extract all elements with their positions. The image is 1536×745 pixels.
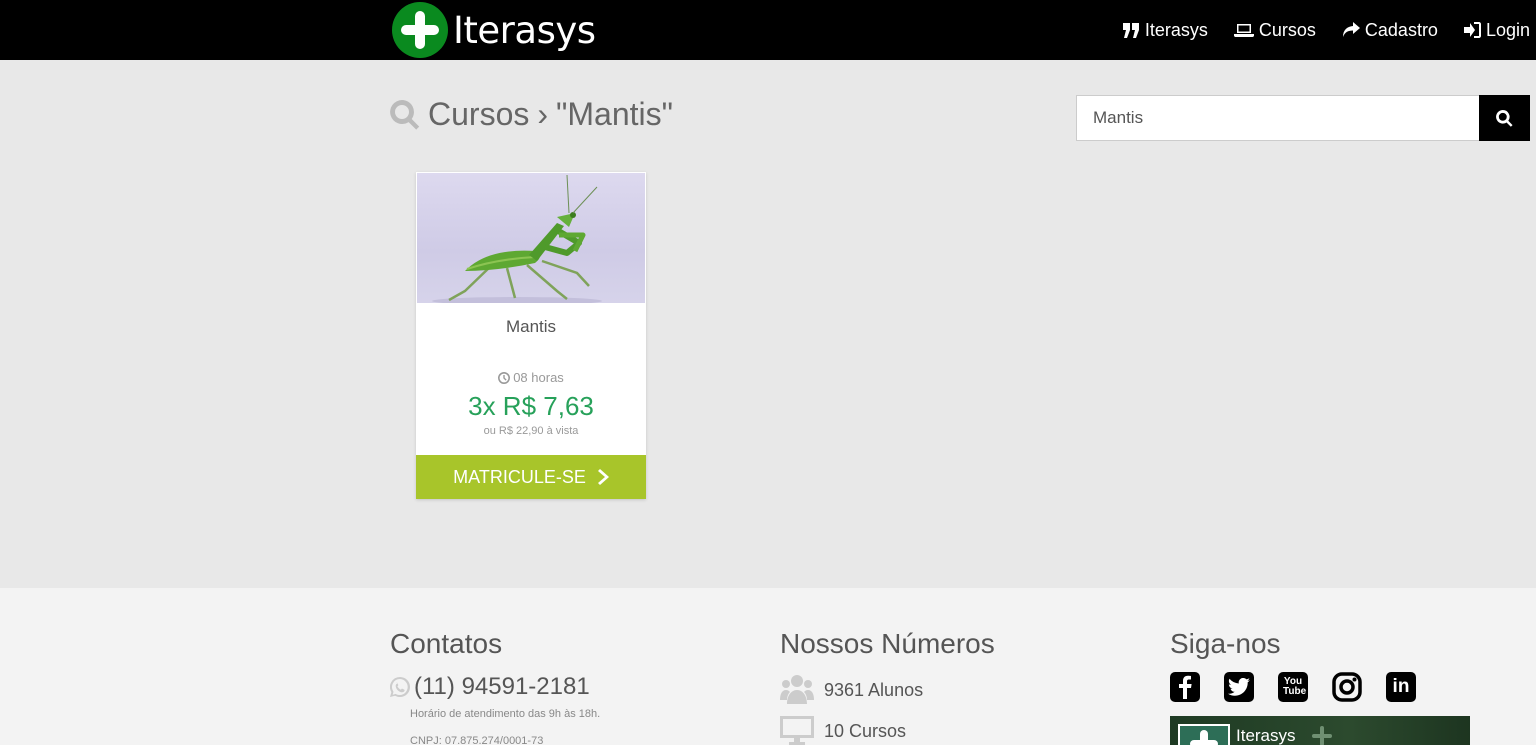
course-title[interactable]: Mantis (416, 317, 646, 337)
nav-item-label: Iterasys (1144, 19, 1208, 40)
nav-item-iterasys[interactable]: Iterasys (1122, 19, 1208, 41)
company-cnpj: CNPJ: 07.875.274/0001-73 (410, 735, 544, 745)
phone-number[interactable]: (11) 94591-2181 (414, 673, 590, 701)
clock-icon (498, 371, 511, 384)
page-name: Iterasys (1236, 726, 1296, 745)
enroll-button-label: MATRICULE-SE (453, 466, 586, 487)
support-hours: Horário de atendimento das 9h às 18h. (410, 708, 601, 720)
nav-menu: Iterasys Cursos Cadastro Login (1122, 0, 1530, 60)
courses-stat: 10 Cursos (780, 716, 906, 745)
nav-item-label: Cadastro (1364, 19, 1438, 40)
nav-item-cadastro[interactable]: Cadastro (1342, 20, 1438, 41)
nav-item-label: Cursos (1258, 19, 1316, 40)
search-button[interactable] (1479, 95, 1530, 141)
nav-item-cursos[interactable]: Cursos (1233, 19, 1316, 41)
twitter-icon[interactable] (1224, 672, 1254, 702)
monitor-icon (780, 716, 814, 745)
social-heading: Siga-nos (1170, 628, 1281, 659)
numbers-heading: Nossos Números (780, 628, 995, 659)
brand-name: Iterasys (453, 8, 596, 52)
courses-count: 10 Cursos (824, 720, 907, 741)
contact-phone: (11) 94591-2181 (390, 673, 590, 701)
search-input[interactable] (1076, 95, 1479, 141)
course-card: Mantis 08 horas 3x R$ 7,63 ou R$ 22,90 à… (416, 172, 646, 499)
brand-link[interactable]: Iterasys (392, 2, 596, 58)
mantis-illustration (432, 174, 602, 303)
iterasys-logo-icon (392, 2, 448, 58)
linkedin-icon[interactable]: in (1386, 672, 1416, 702)
users-icon (780, 675, 814, 704)
nav-item-label: Login (1485, 19, 1530, 40)
top-navbar: Iterasys Iterasys Cursos Cadastro Login (0, 0, 1536, 60)
course-duration: 08 horas (416, 370, 646, 385)
watermark-icon (1312, 726, 1332, 745)
laptop-icon (1233, 24, 1254, 37)
breadcrumb-separator: › (537, 96, 549, 132)
linkedin-glyph: in (1392, 676, 1410, 697)
page-avatar (1178, 724, 1230, 745)
facebook-icon[interactable] (1170, 672, 1200, 702)
sign-in-icon (1463, 22, 1481, 38)
whatsapp-icon (390, 677, 410, 697)
facebook-page-widget[interactable]: Iterasys (1170, 716, 1470, 745)
students-stat: 9361 Alunos (780, 674, 923, 706)
students-count: 9361 Alunos (824, 679, 924, 700)
social-links: You Tube in (1170, 672, 1416, 702)
course-duration-label: 08 horas (513, 370, 564, 385)
chevron-right-icon (597, 469, 609, 485)
breadcrumb-query: "Mantis" (556, 96, 673, 132)
search-form (1076, 95, 1530, 141)
youtube-glyph: You Tube (1283, 676, 1307, 697)
course-installment-price: 3x R$ 7,63 (468, 391, 594, 421)
breadcrumb-section: Cursos (428, 96, 530, 132)
contacts-heading: Contatos (390, 628, 503, 659)
course-image[interactable] (417, 173, 645, 303)
course-cash-price: ou R$ 22,90 à vista (483, 425, 579, 437)
enroll-button[interactable]: MATRICULE-SE (416, 455, 646, 499)
quote-icon (1122, 22, 1139, 38)
search-icon (1496, 109, 1513, 127)
instagram-icon[interactable] (1332, 672, 1362, 702)
search-icon (390, 99, 420, 130)
page-title: Cursos › "Mantis" (390, 96, 673, 133)
share-icon (1342, 22, 1360, 37)
youtube-icon[interactable]: You Tube (1278, 672, 1308, 702)
footer: Contatos (11) 94591-2181 Horário de aten… (0, 588, 1536, 745)
nav-item-login[interactable]: Login (1463, 19, 1530, 41)
